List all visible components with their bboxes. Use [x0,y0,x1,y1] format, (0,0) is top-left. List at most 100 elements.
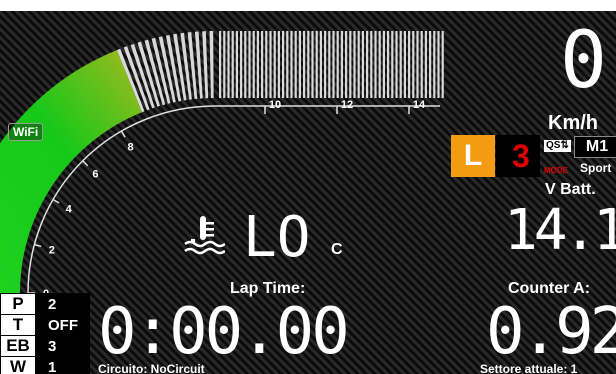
rpm-tick [120,130,126,138]
rpm-tick-label: 14 [413,99,426,111]
settings-table: P2 T OFF EB 3 W1 [0,293,90,374]
rpm-segment-unlit [303,31,306,98]
rpm-tick-label: 6 [92,168,98,180]
rpm-tick [82,160,89,167]
setting-key: T [0,314,36,336]
rpm-segment-unlit [223,31,226,98]
map-indicator: M1 [574,136,616,158]
rpm-segment-unlit [265,31,268,98]
circuit-name: Circuito: NoCircuit [98,362,205,374]
setting-key: W [0,356,36,374]
quickshift-badge: QS⇅ [544,140,571,152]
counter-value: 0.92 [486,295,616,369]
setting-key: P [0,293,36,315]
table-row: W1 [0,356,90,374]
rpm-segment-unlit [282,31,285,98]
speed-unit: Km/h [548,112,598,134]
rpm-segment-unlit [416,31,419,98]
setting-value: 2 [35,293,90,315]
dashboard-screen: 02468101214 WiFi LO C 0 Km/h L 3 QS⇅ MOD… [0,0,616,374]
rpm-segment-unlit [307,31,310,98]
setting-value: OFF [35,314,90,336]
rpm-segment-unlit [391,31,394,98]
rpm-segment-unlit [370,31,373,98]
rpm-segment-unlit [277,31,280,98]
quickshift-box: 3 [496,135,540,177]
rpm-segment-unlit [290,31,293,98]
rpm-segment-unlit [403,31,406,98]
rpm-segment-unlit [235,31,238,98]
lap-time-value: 0:00.00 [98,295,350,369]
rpm-tick-label: 4 [66,204,73,216]
rpm-tick-label: 10 [269,99,281,111]
rpm-segment-unlit [328,31,331,98]
rpm-band-lit [0,50,142,293]
rpm-segment-unlit [361,31,364,98]
rpm-segment-unlit [248,31,251,98]
rpm-segment-unlit [387,31,390,98]
setting-value: 3 [35,335,90,357]
rpm-segment-unlit [399,31,402,98]
temperature-unit: C [331,241,343,258]
rpm-segment-unlit [357,31,360,98]
wifi-indicator: WiFi [8,123,44,141]
table-row: P2 [0,293,90,315]
table-row: T OFF [0,314,90,336]
rpm-segment-unlit [273,31,276,98]
speed-value: 0 [560,16,607,106]
gear-indicator: L [451,135,495,177]
rpm-segment-unlit [353,31,356,98]
rpm-segment-unlit [261,31,264,98]
rpm-segment-unlit [433,31,436,98]
rpm-segment-unlit [319,31,322,98]
coolant-temp-icon [184,216,225,255]
rpm-segment-unlit [429,31,432,98]
setting-value: 1 [35,356,90,374]
rpm-tick-label: 2 [49,244,55,256]
rpm-tick-label: 8 [127,142,133,154]
rpm-segment-unlit [315,31,318,98]
rpm-segment-unlit [298,31,301,98]
rpm-segment-unlit [311,31,314,98]
rpm-segment-unlit [256,31,259,98]
rpm-segment-unlit [294,31,297,98]
rpm-segment-unlit [408,31,411,98]
rpm-segment-unlit [340,31,343,98]
rpm-segment-unlit [374,31,377,98]
current-sector: Settore attuale: 1 [480,362,578,374]
rpm-segment-unlit [378,31,381,98]
rpm-segment-unlit [324,31,327,98]
gear-label: L [463,139,483,172]
rpm-segment-unlit [240,31,243,98]
rpm-tick-label: 12 [341,99,353,111]
rpm-segment-unlit [336,31,339,98]
battery-label: V Batt. [545,181,596,198]
rpm-segment-unlit [349,31,352,98]
rpm-segment-unlit [209,31,214,99]
setting-key: EB [0,335,36,357]
rpm-segment-unlit [244,31,247,98]
rpm-segment-unlit [441,31,444,98]
battery-value: 14.1 [504,198,616,263]
rpm-tick [34,243,42,248]
rpm-segment-unlit [420,31,423,98]
rpm-segment-unlit [412,31,415,98]
quickshift-value: 3 [512,138,530,174]
mode-label: MODE [544,166,568,175]
rpm-segment-unlit [345,31,348,98]
table-row: EB 3 [0,335,90,357]
rpm-segment-unlit [286,31,289,98]
rpm-segment-unlit [231,31,234,98]
rpm-segment-unlit [424,31,427,98]
rpm-segment-unlit [382,31,385,98]
rpm-segment-unlit [269,31,272,98]
rpm-segment-unlit [395,31,398,98]
rpm-segment-unlit [437,31,440,98]
rpm-segment-unlit [219,31,222,98]
rpm-tick [52,198,60,204]
riding-mode: Sport [580,161,612,175]
rpm-segment-unlit [366,31,369,98]
rpm-segment-unlit [202,31,209,99]
temperature-value: LO [243,205,311,270]
rpm-segment-unlit [252,31,255,98]
